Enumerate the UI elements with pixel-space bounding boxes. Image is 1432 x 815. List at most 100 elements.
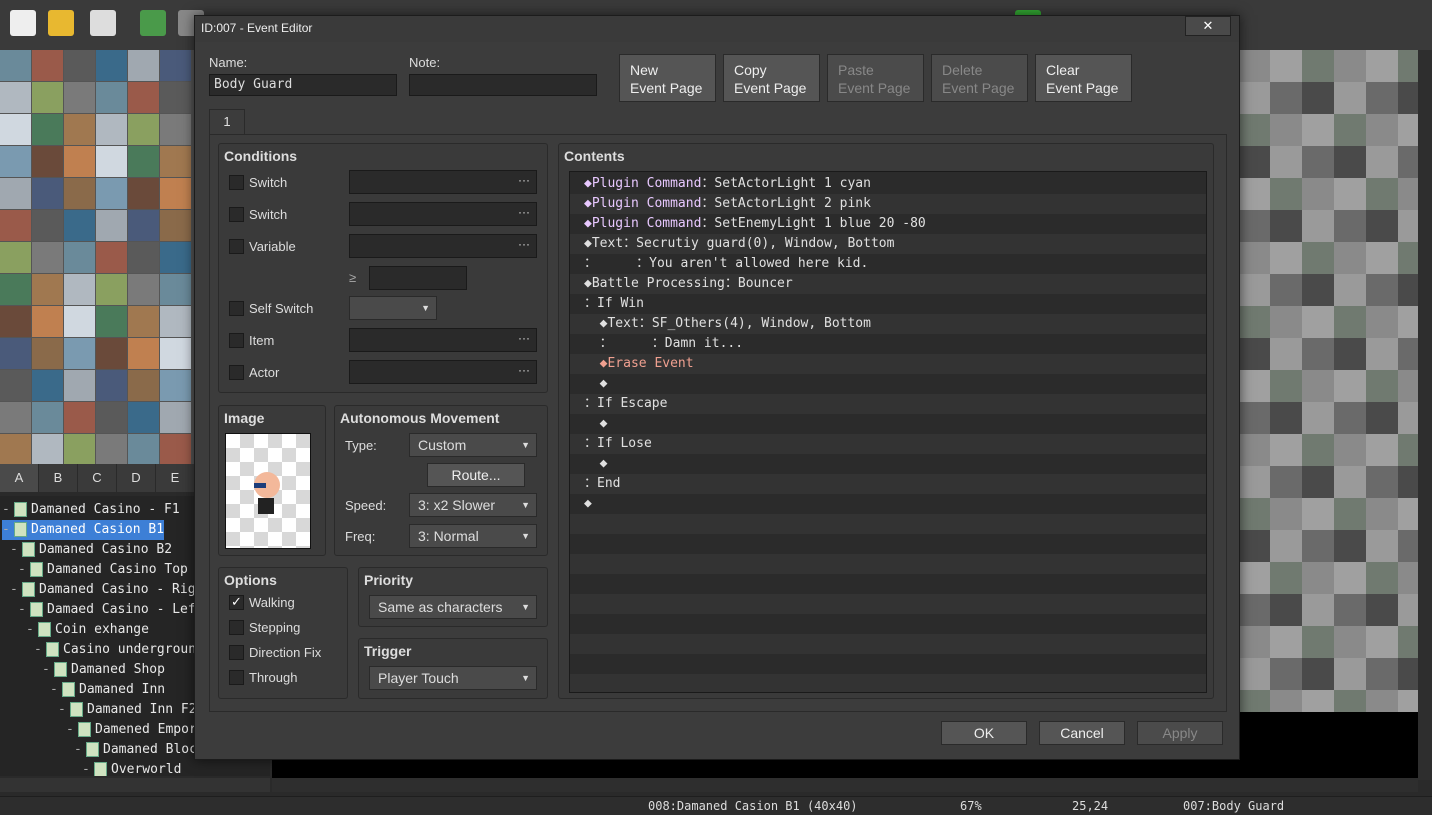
command-line[interactable]: ◆ <box>570 494 1206 514</box>
command-line-empty[interactable] <box>570 654 1206 674</box>
tileset-tile[interactable] <box>160 370 191 401</box>
command-line[interactable]: ◆Plugin Command：SetEnemyLight 1 blue 20 … <box>570 214 1206 234</box>
map-tile[interactable] <box>1334 242 1366 274</box>
tileset-tile[interactable] <box>160 178 191 209</box>
tileset-tile[interactable] <box>96 210 127 241</box>
command-line-empty[interactable] <box>570 574 1206 594</box>
tileset-tile[interactable] <box>160 402 191 433</box>
command-line[interactable]: ◆Plugin Command：SetActorLight 2 pink <box>570 194 1206 214</box>
map-tile[interactable] <box>1302 178 1334 210</box>
map-tile[interactable] <box>1238 562 1270 594</box>
map-tile[interactable] <box>1366 338 1398 370</box>
map-tile[interactable] <box>1334 434 1366 466</box>
map-tree-item[interactable]: - Damaned Casion B1 <box>2 520 165 540</box>
map-tile[interactable] <box>1334 50 1366 82</box>
collapse-icon[interactable]: - <box>2 520 10 540</box>
tileset-tile[interactable] <box>160 274 191 305</box>
map-horizontal-scrollbar[interactable] <box>272 778 1418 792</box>
map-tile[interactable] <box>1238 50 1270 82</box>
tileset-tile[interactable] <box>96 402 127 433</box>
map-tile[interactable] <box>1334 530 1366 562</box>
map-tile[interactable] <box>1334 690 1366 712</box>
save-project-icon[interactable] <box>90 10 116 36</box>
map-tile[interactable] <box>1302 402 1334 434</box>
tileset-tile[interactable] <box>64 338 95 369</box>
tileset-tile[interactable] <box>64 402 95 433</box>
command-line-empty[interactable] <box>570 554 1206 574</box>
map-tile[interactable] <box>1270 466 1302 498</box>
command-line[interactable]: ◆Text：Secrutiy guard(0), Window, Bottom <box>570 234 1206 254</box>
map-tile[interactable] <box>1270 562 1302 594</box>
collapse-icon[interactable]: - <box>26 620 34 640</box>
map-tile[interactable] <box>1238 306 1270 338</box>
collapse-icon[interactable]: - <box>18 600 26 620</box>
tileset-tile[interactable] <box>0 50 31 81</box>
collapse-icon[interactable]: - <box>42 660 50 680</box>
tileset-tile[interactable] <box>128 402 159 433</box>
map-tile[interactable] <box>1366 210 1398 242</box>
tileset-tile[interactable] <box>128 50 159 81</box>
map-tree-item[interactable]: - Overworld <box>82 760 181 776</box>
tileset-tab[interactable]: E <box>156 464 195 492</box>
map-tile[interactable] <box>1270 530 1302 562</box>
tileset-tile[interactable] <box>32 242 63 273</box>
map-tile[interactable] <box>1398 178 1418 210</box>
map-tree-scrollbar[interactable] <box>0 778 270 792</box>
route-button[interactable]: Route... <box>427 463 525 487</box>
map-tree-item[interactable]: - Damaed Casino - Left <box>18 600 204 620</box>
map-tile[interactable] <box>1238 146 1270 178</box>
map-tile[interactable] <box>1270 402 1302 434</box>
tileset-tile[interactable] <box>160 114 191 145</box>
command-line[interactable]: ◆Battle Processing：Bouncer <box>570 274 1206 294</box>
map-tile[interactable] <box>1270 370 1302 402</box>
collapse-icon[interactable]: - <box>10 580 18 600</box>
tileset-tile[interactable] <box>96 146 127 177</box>
map-tree-item[interactable]: - Damaned Inn <box>50 680 165 700</box>
map-tile[interactable] <box>1334 562 1366 594</box>
map-tile[interactable] <box>1398 338 1418 370</box>
collapse-icon[interactable]: - <box>34 640 42 660</box>
map-tile[interactable] <box>1302 626 1334 658</box>
command-line[interactable]: ◆ <box>570 414 1206 434</box>
tileset-tab[interactable]: A <box>0 464 39 492</box>
map-tile[interactable] <box>1334 306 1366 338</box>
ok-button[interactable]: OK <box>941 721 1027 745</box>
map-tile[interactable] <box>1302 370 1334 402</box>
tileset-tile[interactable] <box>0 242 31 273</box>
item-checkbox[interactable] <box>229 333 244 348</box>
map-tree-item[interactable]: - Damaned Shop <box>42 660 165 680</box>
map-tile[interactable] <box>1366 402 1398 434</box>
map-tile[interactable] <box>1398 658 1418 690</box>
map-tile[interactable] <box>1398 690 1418 712</box>
tileset-tile[interactable] <box>160 82 191 113</box>
tileset-tile[interactable] <box>32 114 63 145</box>
map-canvas[interactable] <box>1238 50 1418 712</box>
variable-picker[interactable]: ··· <box>349 234 537 258</box>
command-line-empty[interactable] <box>570 534 1206 554</box>
map-tile[interactable] <box>1334 114 1366 146</box>
command-line[interactable]: ：If Win <box>570 294 1206 314</box>
map-tile[interactable] <box>1366 466 1398 498</box>
map-tree-item[interactable]: - Damaned Casino - F1 <box>2 500 180 520</box>
map-tile[interactable] <box>1398 530 1418 562</box>
map-tile[interactable] <box>1398 82 1418 114</box>
name-field[interactable]: Body Guard <box>209 74 397 96</box>
map-tile[interactable] <box>1366 306 1398 338</box>
copy-event-page-button[interactable]: Copy Event Page <box>723 54 820 102</box>
tileset-tile[interactable] <box>64 210 95 241</box>
note-field[interactable] <box>409 74 597 96</box>
command-line[interactable]: ◆Text：SF_Others(4), Window, Bottom <box>570 314 1206 334</box>
tileset-tile[interactable] <box>128 114 159 145</box>
map-tile[interactable] <box>1398 434 1418 466</box>
tileset-tile[interactable] <box>96 370 127 401</box>
tileset-tile[interactable] <box>32 210 63 241</box>
map-tile[interactable] <box>1302 114 1334 146</box>
map-tile[interactable] <box>1238 690 1270 712</box>
map-tile[interactable] <box>1302 530 1334 562</box>
map-tile[interactable] <box>1334 146 1366 178</box>
tileset-tile[interactable] <box>96 306 127 337</box>
tileset-tile[interactable] <box>128 338 159 369</box>
switch2-picker[interactable]: ··· <box>349 202 537 226</box>
tileset-tile[interactable] <box>160 50 191 81</box>
map-tile[interactable] <box>1302 594 1334 626</box>
